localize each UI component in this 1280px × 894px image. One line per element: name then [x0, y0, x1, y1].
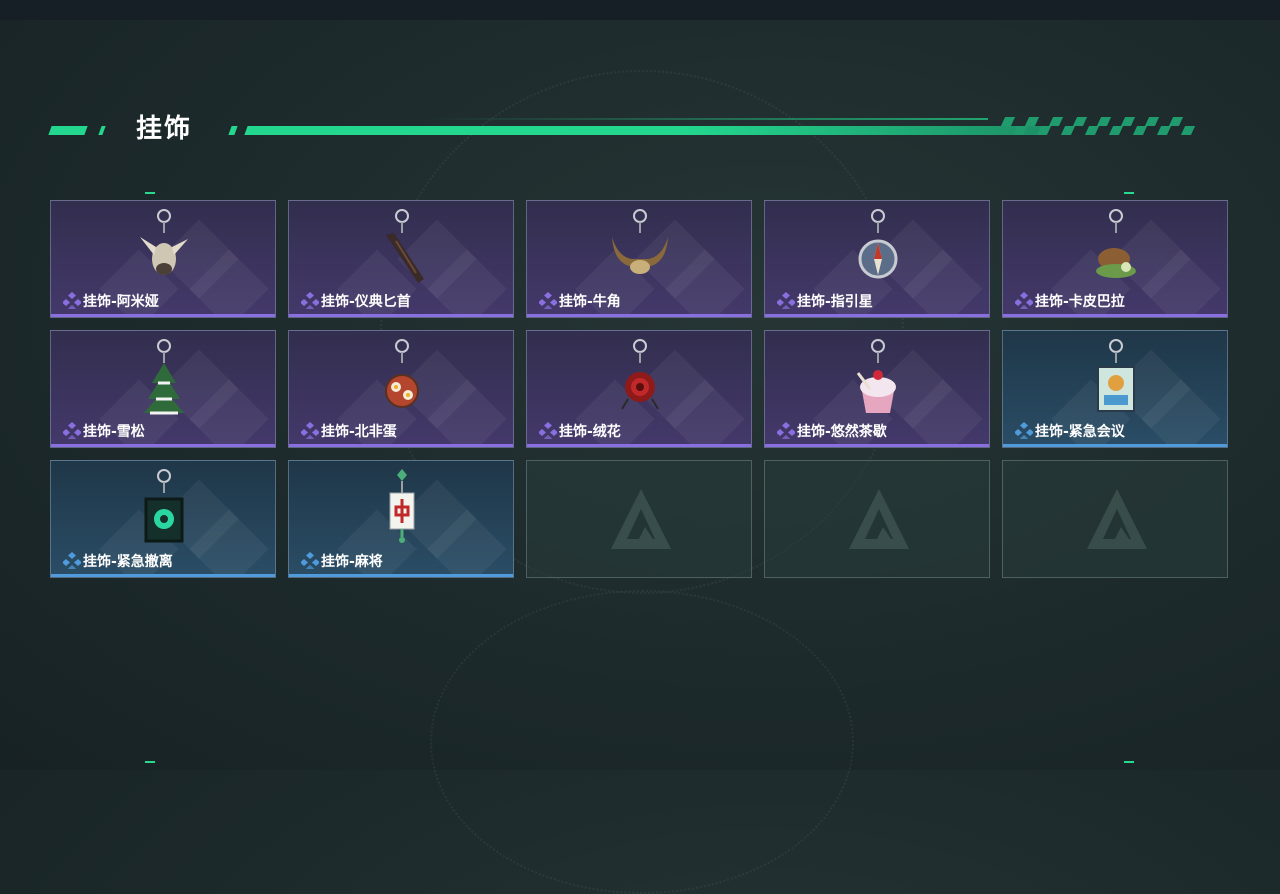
rarity-stripe [51, 444, 275, 447]
charm-name: 挂饰-牛角 [559, 294, 621, 310]
pine-tree-charm-icon [144, 339, 184, 415]
compass-charm-icon [858, 209, 898, 279]
charm-card[interactable]: 挂饰-绒花 [526, 330, 752, 448]
rarity-stripe [289, 314, 513, 317]
corner-ornament [1124, 761, 1134, 763]
charm-name: 挂饰-悠然茶歇 [797, 424, 887, 440]
rarity-stripe [527, 444, 751, 447]
rarity-stripe [289, 444, 513, 447]
dagger-charm-icon [386, 209, 424, 283]
charm-card[interactable]: 挂饰-指引星 [764, 200, 990, 318]
rarity-diamond-icon [777, 292, 795, 309]
charm-name: 挂饰-紧急撤离 [83, 554, 173, 570]
charm-name: 挂饰-卡皮巴拉 [1035, 294, 1125, 310]
charm-name: 挂饰-绒花 [559, 424, 621, 440]
header-accent-line [244, 126, 1048, 135]
charm-card[interactable]: 挂饰-麻将 [288, 460, 514, 578]
corner-ornament [1124, 192, 1134, 194]
bull-horns-charm-icon [612, 209, 668, 274]
rarity-diamond-icon [1015, 292, 1033, 309]
charm-card[interactable]: 挂饰-仪典匕首 [288, 200, 514, 318]
rarity-diamond-icon [1015, 422, 1033, 439]
rarity-stripe [1003, 444, 1227, 447]
charm-card[interactable]: 挂饰-阿米娅 [50, 200, 276, 318]
header-accent-bar [48, 126, 88, 135]
empty-slot-logo-icon [611, 489, 671, 549]
charm-card[interactable]: 挂饰-北非蛋 [288, 330, 514, 448]
charm-name: 挂饰-紧急会议 [1035, 424, 1125, 440]
rarity-stripe [765, 314, 989, 317]
charm-name: 挂饰-指引星 [797, 294, 873, 310]
section-title: 挂饰 [136, 114, 193, 144]
charm-card[interactable]: 挂饰-紧急撤离 [50, 460, 276, 578]
empty-slot-logo-icon [1087, 489, 1147, 549]
corner-ornament [145, 192, 155, 194]
rarity-diamond-icon [777, 422, 795, 439]
top-bar [0, 0, 1280, 20]
rarity-stripe [1003, 314, 1227, 317]
charm-name: 挂饰-北非蛋 [321, 424, 397, 440]
rarity-stripe [289, 574, 513, 577]
rarity-stripe [51, 574, 275, 577]
charm-card[interactable]: 挂饰-紧急会议 [1002, 330, 1228, 448]
rarity-diamond-icon [539, 292, 557, 309]
rarity-diamond-icon [301, 422, 319, 439]
rarity-diamond-icon [539, 422, 557, 439]
rarity-stripe [51, 314, 275, 317]
charm-name: 挂饰-仪典匕首 [321, 294, 411, 310]
header-accent-bar [228, 126, 238, 135]
rarity-diamond-icon [301, 552, 319, 569]
charm-card[interactable]: 挂饰-牛角 [526, 200, 752, 318]
empty-charm-slot[interactable] [764, 460, 990, 578]
section-header: 挂饰 [48, 105, 1208, 145]
charm-name: 挂饰-雪松 [83, 424, 145, 440]
empty-slot-logo-icon [849, 489, 909, 549]
empty-charm-slot[interactable] [1002, 460, 1228, 578]
charm-card[interactable]: 挂饰-雪松 [50, 330, 276, 448]
header-checker-pattern [1000, 117, 1203, 137]
rabbit-charm-icon [140, 209, 188, 275]
meeting-badge-charm-icon [1097, 339, 1135, 412]
rarity-diamond-icon [63, 292, 81, 309]
rarity-diamond-icon [63, 422, 81, 439]
rarity-stripe [527, 314, 751, 317]
cupcake-charm-icon [856, 339, 896, 413]
corner-ornament [145, 761, 155, 763]
shakshuka-charm-icon [385, 339, 419, 408]
charm-name: 挂饰-阿米娅 [83, 294, 159, 310]
header-thin-line [428, 118, 988, 120]
charm-card[interactable]: 挂饰-卡皮巴拉 [1002, 200, 1228, 318]
background-arc [430, 590, 854, 894]
velvet-flower-charm-icon [621, 339, 659, 410]
evacuation-charm-icon [144, 469, 184, 543]
rarity-stripe [765, 444, 989, 447]
mahjong-tile-charm-icon [389, 469, 415, 543]
charm-name: 挂饰-麻将 [321, 554, 383, 570]
rarity-diamond-icon [63, 552, 81, 569]
rarity-diamond-icon [301, 292, 319, 309]
capybara-charm-icon [1096, 209, 1136, 278]
header-accent-bar [98, 126, 106, 135]
empty-charm-slot[interactable] [526, 460, 752, 578]
charm-card[interactable]: 挂饰-悠然茶歇 [764, 330, 990, 448]
